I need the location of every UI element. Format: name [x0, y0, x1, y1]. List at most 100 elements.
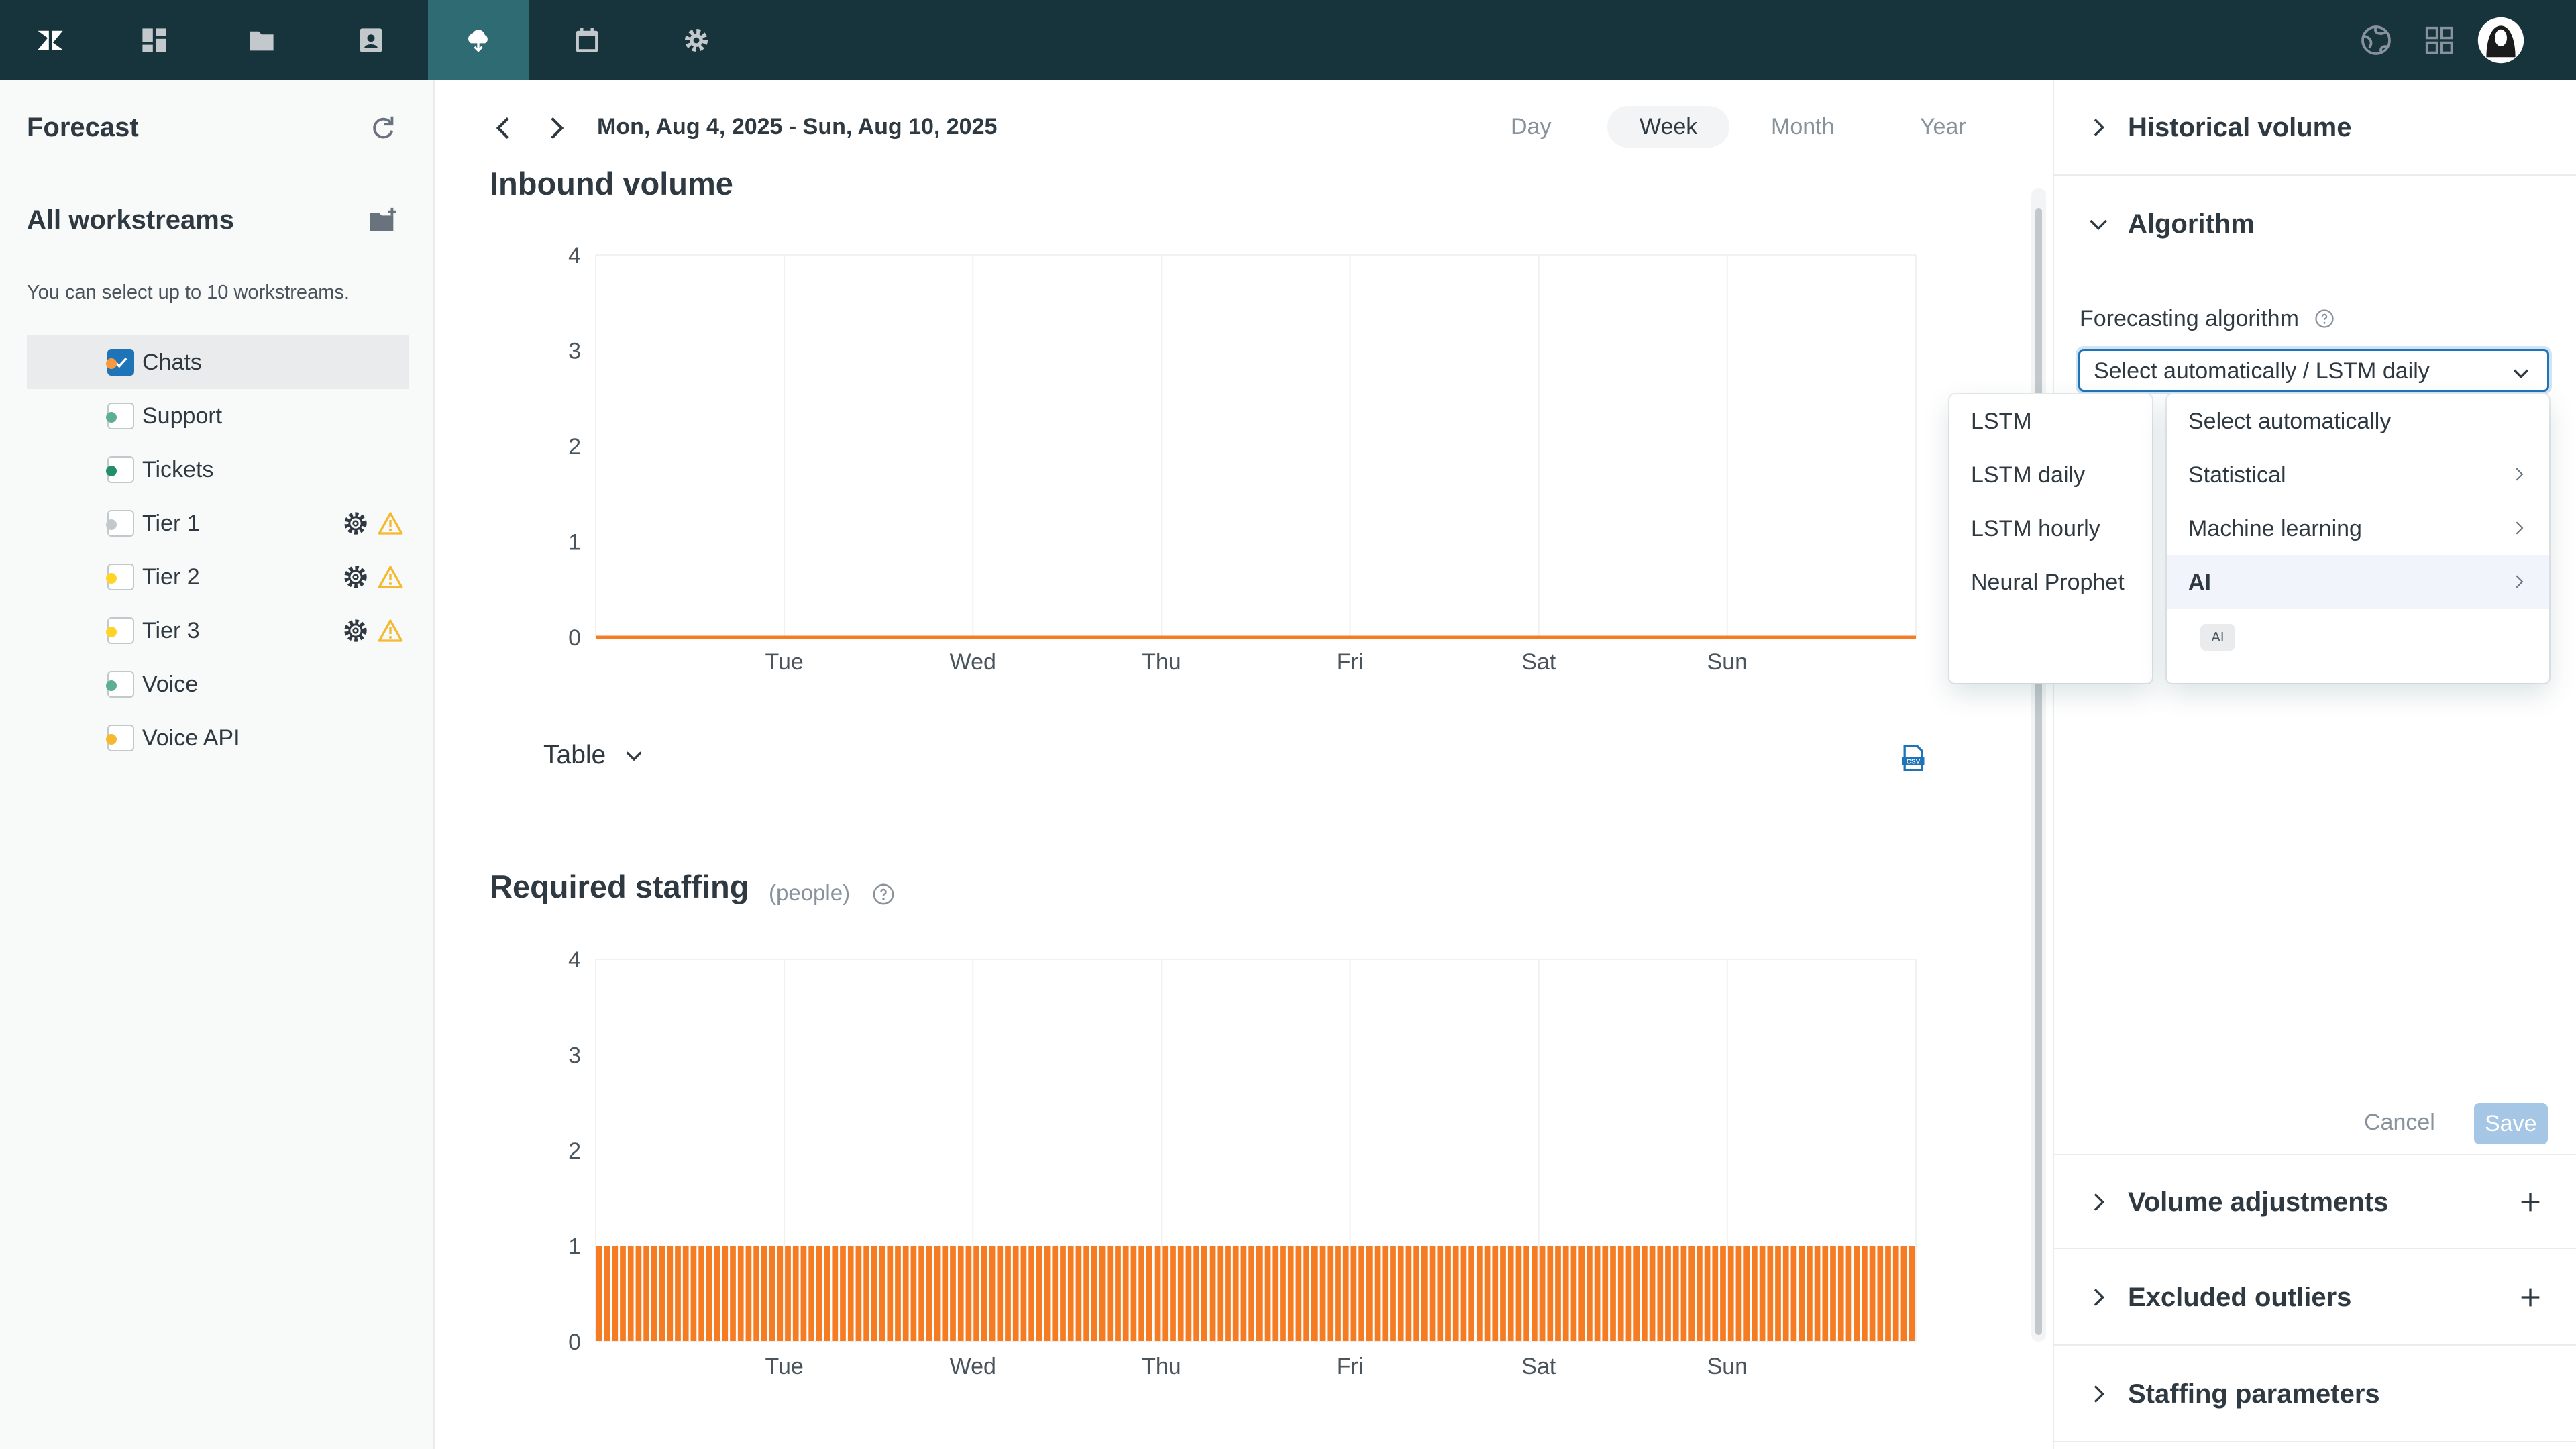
menu-item-statistical[interactable]: Statistical — [2167, 448, 2549, 502]
y-tick-label: 3 — [568, 1043, 581, 1069]
staffing-bar — [1484, 1246, 1491, 1342]
settings-gear-icon[interactable] — [342, 510, 369, 537]
staffing-bar — [1799, 1246, 1805, 1342]
staffing-bar — [950, 1246, 956, 1342]
staffing-bar — [1020, 1246, 1027, 1342]
workstream-item[interactable]: Tier 3 — [27, 604, 409, 657]
staffing-bar — [1036, 1246, 1042, 1342]
staffing-bar — [989, 1246, 996, 1342]
menu-item-select-automatically[interactable]: Select automatically — [2167, 394, 2549, 448]
staffing-bar — [1115, 1246, 1121, 1342]
cancel-button[interactable]: Cancel — [2355, 1106, 2445, 1140]
refresh-icon[interactable] — [368, 113, 398, 144]
period-year-button[interactable]: Year — [1888, 106, 1998, 148]
previous-week-chevron-icon[interactable] — [487, 111, 521, 145]
staffing-bar — [1822, 1246, 1829, 1342]
staffing-bar — [714, 1246, 720, 1342]
staffing-bar — [1146, 1246, 1152, 1342]
next-week-chevron-icon[interactable] — [539, 111, 573, 145]
menu-item-machine-learning[interactable]: Machine learning — [2167, 502, 2549, 555]
main-scrollbar-thumb[interactable] — [2035, 208, 2042, 1335]
staffing-bar — [1617, 1246, 1624, 1342]
staffing-bar — [1743, 1246, 1750, 1342]
staffing-bar — [1138, 1246, 1144, 1342]
chevron-down-icon — [2090, 219, 2107, 231]
help-icon[interactable] — [872, 883, 895, 906]
chevron-right-icon — [2516, 521, 2524, 535]
menu-item-lstm-hourly[interactable]: LSTM hourly — [1949, 502, 2152, 555]
staffing-bar — [1052, 1246, 1059, 1342]
add-plus-icon[interactable] — [2517, 1189, 2544, 1216]
warning-icon[interactable] — [377, 564, 404, 590]
workstream-color-dot — [106, 680, 117, 691]
warning-icon[interactable] — [377, 510, 404, 537]
staffing-bar — [1735, 1246, 1742, 1342]
staffing-bar — [659, 1246, 665, 1342]
table-toggle-button[interactable]: Table — [543, 741, 646, 770]
accordion-historical-volume[interactable]: Historical volume — [2054, 80, 2576, 176]
workstream-item[interactable]: Voice — [27, 657, 409, 711]
svg-text:CSV: CSV — [1907, 758, 1921, 765]
x-tick-label: Wed — [950, 649, 996, 675]
settings-gear-icon[interactable] — [646, 0, 747, 80]
staffing-bar — [1350, 1246, 1357, 1342]
globe-icon[interactable] — [2356, 20, 2396, 60]
forecasting-algorithm-select[interactable]: Select automatically / LSTM daily — [2078, 349, 2549, 392]
accordion-title: Staffing parameters — [2128, 1379, 2380, 1409]
period-week-button[interactable]: Week — [1607, 106, 1730, 148]
staffing-bar — [1688, 1246, 1695, 1342]
menu-item-lstm-daily[interactable]: LSTM daily — [1949, 448, 2152, 502]
add-plus-icon[interactable] — [2517, 1284, 2544, 1311]
add-folder-icon[interactable] — [368, 207, 398, 237]
apps-grid-icon[interactable] — [2419, 20, 2459, 60]
staffing-bar — [1421, 1246, 1428, 1342]
folder-icon[interactable] — [211, 0, 312, 80]
settings-gear-icon[interactable] — [342, 564, 369, 590]
staffing-bar — [1366, 1246, 1373, 1342]
staffing-bar — [1610, 1246, 1616, 1342]
workstream-item[interactable]: Chats — [27, 335, 409, 389]
staffing-bar — [1752, 1246, 1758, 1342]
save-button[interactable]: Save — [2474, 1103, 2548, 1144]
staffing-bar — [1005, 1246, 1011, 1342]
workstream-item[interactable]: Support — [27, 389, 409, 443]
workstream-item[interactable]: Tier 2 — [27, 550, 409, 604]
forecast-icon[interactable] — [428, 0, 529, 80]
workstream-label: Chats — [142, 350, 202, 375]
menu-item-neural-prophet[interactable]: Neural Prophet — [1949, 555, 2152, 609]
csv-export-icon[interactable]: CSV — [1898, 743, 1928, 773]
staffing-bar — [1437, 1246, 1444, 1342]
accordion-excluded-outliers[interactable]: Excluded outliers — [2054, 1250, 2576, 1346]
accordion-volume-adjustments[interactable]: Volume adjustments — [2054, 1154, 2576, 1249]
workstream-item[interactable]: Tier 1 — [27, 496, 409, 550]
period-day-button[interactable]: Day — [1479, 106, 1583, 148]
staffing-bar — [1775, 1246, 1781, 1342]
contacts-icon[interactable] — [321, 0, 421, 80]
y-tick-label: 0 — [568, 625, 581, 651]
menu-item-lstm[interactable]: LSTM — [1949, 394, 2152, 448]
workstream-item[interactable]: Tickets — [27, 443, 409, 496]
staffing-bar — [1405, 1246, 1412, 1342]
calendar-icon[interactable] — [537, 0, 637, 80]
user-avatar[interactable] — [2477, 16, 2525, 64]
staffing-bar — [1044, 1246, 1051, 1342]
warning-icon[interactable] — [377, 617, 404, 644]
staffing-bar — [1532, 1246, 1538, 1342]
workstream-item[interactable]: Voice API — [27, 711, 409, 765]
menu-item-ai[interactable]: AI — [2167, 555, 2549, 609]
settings-gear-icon[interactable] — [342, 617, 369, 644]
accordion-algorithm[interactable]: Algorithm — [2054, 177, 2576, 272]
period-month-button[interactable]: Month — [1739, 106, 1867, 148]
dashboard-icon[interactable] — [104, 0, 205, 80]
zendesk-logo-icon[interactable] — [0, 0, 101, 80]
help-icon[interactable] — [2314, 309, 2334, 329]
staffing-bar — [1452, 1246, 1459, 1342]
workstream-sidebar: Forecast All workstreams You can select … — [0, 80, 435, 1449]
staffing-bar — [855, 1246, 862, 1342]
staffing-bar — [753, 1246, 759, 1342]
top-navigation-bar — [0, 0, 2576, 80]
accordion-staffing-parameters[interactable]: Staffing parameters — [2054, 1347, 2576, 1442]
staffing-bar — [667, 1246, 674, 1342]
staffing-bar — [1193, 1246, 1199, 1342]
staffing-bar — [1248, 1246, 1254, 1342]
